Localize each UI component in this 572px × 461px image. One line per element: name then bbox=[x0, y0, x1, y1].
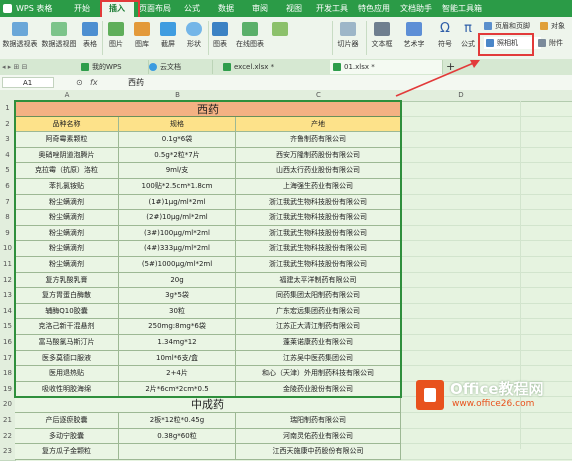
row-gridline bbox=[401, 458, 572, 460]
watermark-url: www.office26.com bbox=[452, 399, 535, 409]
watermark: Office教程网 www.office26.com bbox=[412, 376, 572, 416]
office-logo-inner-icon bbox=[424, 388, 436, 402]
watermark-brand: Office教程网 bbox=[450, 380, 544, 398]
